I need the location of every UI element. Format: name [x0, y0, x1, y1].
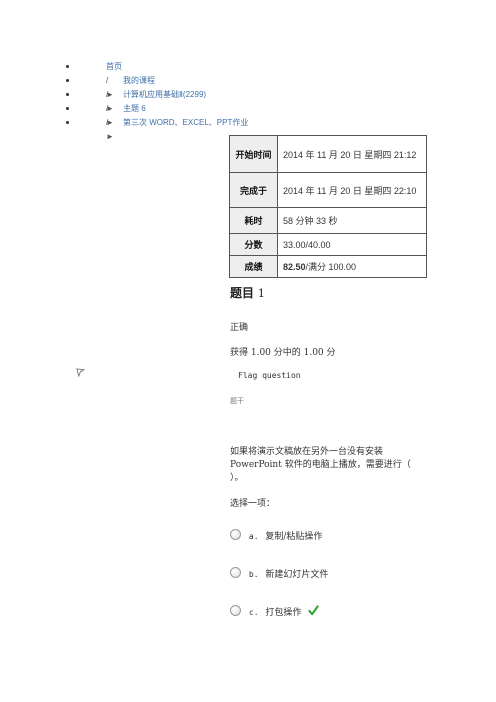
summary-key: 耗时 — [229, 207, 278, 234]
summary-key: 完成于 — [229, 172, 278, 208]
question-status: 正确 — [230, 323, 249, 333]
option-text: 打包操作 — [265, 608, 302, 618]
grade-max: /满分 100.00 — [305, 262, 357, 272]
breadcrumb-separator: / ► — [106, 118, 114, 141]
summary-row-grade: 成绩 82.50/满分 100.00 — [229, 255, 427, 278]
summary-row-completed: 完成于 2014 年 11 月 20 日 星期四 22:10 — [229, 172, 427, 208]
summary-value: 82.50/满分 100.00 — [277, 255, 427, 278]
summary-key: 分数 — [229, 233, 278, 256]
radio-button[interactable] — [230, 605, 241, 616]
radio-button[interactable] — [230, 567, 241, 578]
question-title-label: 题目 — [230, 286, 255, 300]
bullet-icon — [66, 65, 69, 68]
question-grade: 获得 1.00 分中的 1.00 分 — [230, 348, 336, 358]
option-letter: b. — [248, 570, 259, 579]
flag-icon[interactable] — [76, 368, 85, 377]
correct-check-icon — [308, 605, 319, 616]
question-number: 1 — [257, 287, 265, 300]
answer-option-b[interactable]: b. 新建幻灯片文件 — [230, 567, 329, 582]
summary-value: 33.00/40.00 — [277, 233, 427, 256]
radio-button[interactable] — [230, 529, 241, 540]
option-letter: c. — [248, 608, 259, 617]
answer-prompt: 选择一项： — [230, 499, 276, 509]
summary-key: 开始时间 — [229, 135, 278, 173]
option-letter: a. — [248, 532, 259, 541]
bullet-icon — [66, 107, 69, 110]
breadcrumb-link-topic[interactable]: 主题 6 — [123, 102, 146, 116]
breadcrumb-link-my-courses[interactable]: 我的课程 — [123, 74, 155, 88]
question-text: 如果将演示文稿放在另外一台没有安装PowerPoint 软件的电脑上播放，需要进… — [230, 447, 411, 483]
question-stem-label: 题干 — [230, 397, 244, 405]
summary-value: 2014 年 11 月 20 日 星期四 21:12 — [277, 135, 427, 173]
flag-question-link[interactable]: Flag question — [238, 371, 301, 380]
summary-row-marks: 分数 33.00/40.00 — [229, 233, 427, 256]
summary-row-duration: 耗时 58 分钟 33 秒 — [229, 207, 427, 234]
summary-value: 2014 年 11 月 20 日 星期四 22:10 — [277, 172, 427, 208]
breadcrumb-link-course[interactable]: 计算机应用基础Ⅱ(2299) — [123, 88, 206, 102]
breadcrumb-link-assignment[interactable]: 第三次 WORD、EXCEL、PPT作业 — [123, 116, 248, 130]
bullet-icon — [66, 121, 69, 124]
summary-key: 成绩 — [229, 255, 278, 278]
option-text: 新建幻灯片文件 — [265, 570, 329, 580]
bullet-icon — [66, 93, 69, 96]
attempt-summary-table: 开始时间 2014 年 11 月 20 日 星期四 21:12 完成于 2014… — [229, 135, 427, 278]
grade-score: 82.50 — [283, 262, 306, 272]
question-title: 题目 1 — [230, 284, 265, 301]
breadcrumb-link-home[interactable]: 首页 — [106, 60, 122, 74]
summary-row-started: 开始时间 2014 年 11 月 20 日 星期四 21:12 — [229, 135, 427, 173]
bullet-icon — [66, 79, 69, 82]
answer-option-a[interactable]: a. 复制/粘贴操作 — [230, 529, 323, 544]
answer-option-c[interactable]: c. 打包操作 — [230, 604, 319, 618]
summary-value: 58 分钟 33 秒 — [277, 207, 427, 234]
option-text: 复制/粘贴操作 — [265, 532, 323, 542]
